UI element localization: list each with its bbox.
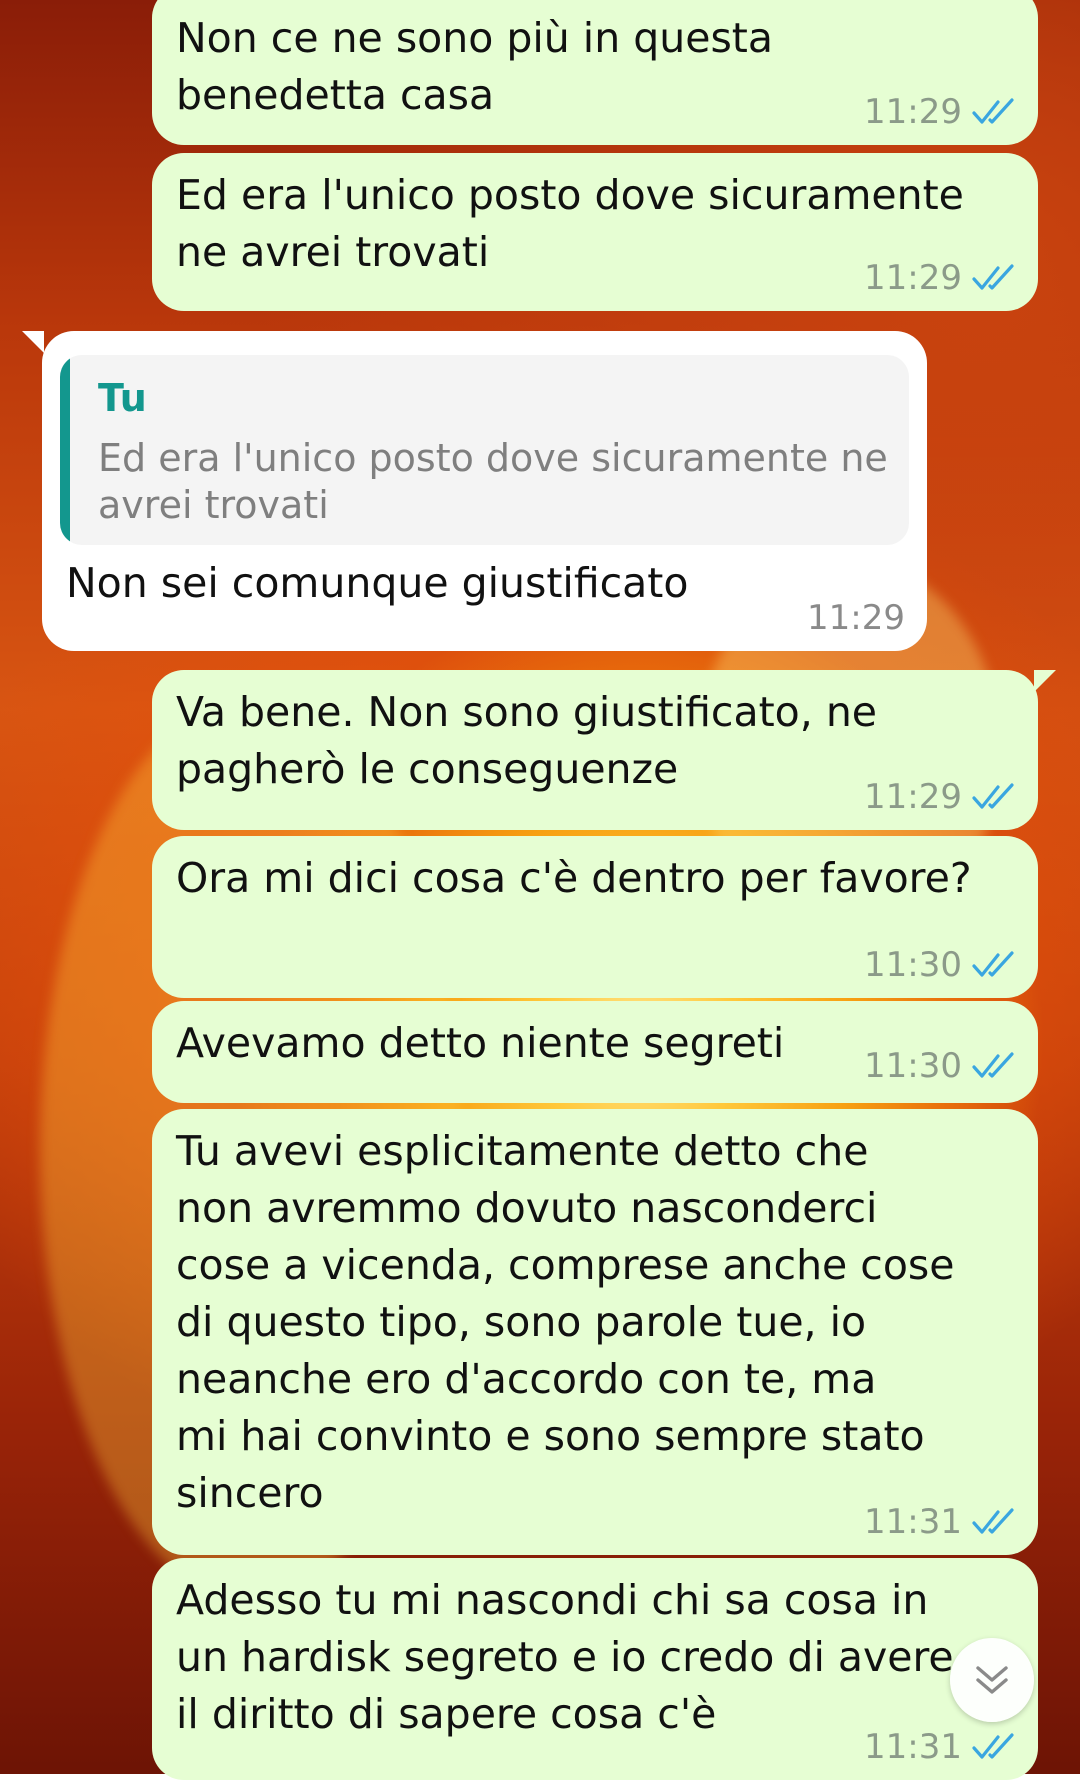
message-time: 11:31 [864, 1727, 962, 1767]
outgoing-message[interactable]: Va bene. Non sono giustificato, ne paghe… [152, 670, 1056, 830]
bubble-tail [1034, 670, 1056, 692]
double-check-icon [972, 783, 1014, 809]
quote-accent-bar [60, 355, 70, 545]
double-check-icon [972, 951, 1014, 977]
message-time: 11:29 [864, 777, 962, 817]
double-check-icon [972, 1508, 1014, 1534]
quoted-message[interactable]: Tu Ed era l'unico posto dove sicuramente… [60, 355, 909, 545]
message-meta: 11:29 [864, 95, 1016, 129]
outgoing-message[interactable]: Non ce ne sono più in questa benedetta c… [152, 0, 1038, 145]
bubble-tail [22, 331, 44, 353]
quote-author: Tu [98, 376, 147, 420]
chevron-double-down-icon [976, 1666, 1008, 1694]
message-meta: 11:31 [864, 1730, 1016, 1764]
message-time: 11:29 [807, 598, 905, 638]
message-text: Ora mi dici cosa c'è dentro per favore? [176, 854, 972, 902]
message-time: 11:30 [864, 945, 962, 985]
double-check-icon [972, 1052, 1014, 1078]
message-meta: 11:31 [864, 1505, 1016, 1539]
outgoing-message[interactable]: Ed era l'unico posto dove sicuramente ne… [152, 153, 1038, 311]
quote-text: Ed era l'unico posto dove sicuramente ne… [98, 436, 888, 527]
outgoing-message[interactable]: Avevamo detto niente segreti 11:30 [152, 1001, 1038, 1103]
message-text: Tu avevi esplicitamente detto che non av… [176, 1127, 955, 1517]
incoming-message[interactable]: Tu Ed era l'unico posto dove sicuramente… [22, 331, 927, 651]
outgoing-message[interactable]: Ora mi dici cosa c'è dentro per favore? … [152, 836, 1038, 998]
outgoing-message[interactable]: Tu avevi esplicitamente detto che non av… [152, 1109, 1038, 1555]
scroll-to-bottom-button[interactable] [950, 1638, 1034, 1722]
double-check-icon [972, 264, 1014, 290]
double-check-icon [972, 98, 1014, 124]
message-time: 11:30 [864, 1046, 962, 1086]
message-time: 11:31 [864, 1502, 962, 1542]
message-meta: 11:30 [864, 1049, 1016, 1083]
message-meta: 11:29 [864, 780, 1016, 814]
double-check-icon [972, 1733, 1014, 1759]
message-time: 11:29 [864, 92, 962, 132]
message-text: Non sei comunque giustificato [66, 559, 689, 607]
message-meta: 11:30 [864, 948, 1016, 982]
message-meta: 11:29 [807, 601, 905, 635]
message-meta: 11:29 [864, 261, 1016, 295]
message-text: Adesso tu mi nascondi chi sa cosa in un … [176, 1576, 954, 1738]
message-time: 11:29 [864, 258, 962, 298]
outgoing-message[interactable]: Adesso tu mi nascondi chi sa cosa in un … [152, 1558, 1038, 1780]
